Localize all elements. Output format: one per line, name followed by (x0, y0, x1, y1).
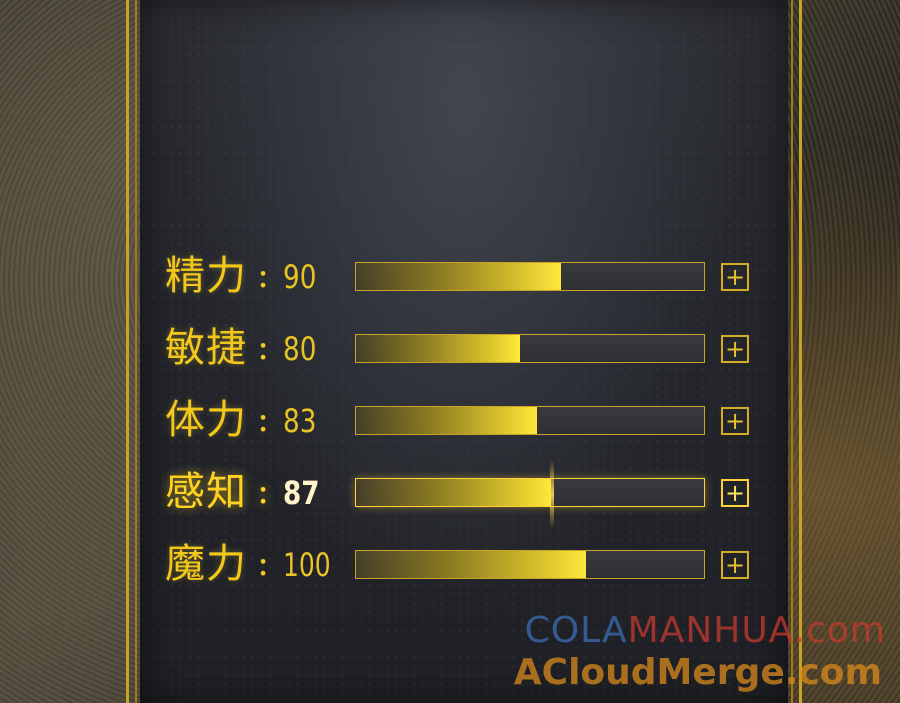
watermark-part2: MANHUA.com (627, 610, 886, 651)
add-point-button[interactable]: + (721, 551, 749, 579)
stat-bar (355, 262, 705, 291)
stat-bar-fill (356, 479, 551, 506)
stat-colon: : (257, 255, 270, 296)
stat-bar (355, 478, 705, 507)
stat-name: 敏捷 (165, 325, 247, 371)
stat-bar-fill (356, 263, 562, 290)
stat-colon: : (257, 399, 270, 440)
watermark-site: COLAMANHUA.com (525, 610, 886, 651)
add-point-button[interactable]: + (721, 335, 749, 363)
stat-row-energy: 精力 : 90 + (165, 250, 765, 302)
watermark-part1: COLA (524, 610, 628, 651)
stat-bar-fill (356, 335, 520, 362)
stat-bar (355, 406, 705, 435)
stat-name: 精力 (165, 253, 247, 299)
stat-colon: : (257, 327, 270, 368)
stat-bar-fill (356, 551, 586, 578)
stat-bar-fill (356, 407, 537, 434)
stat-value: 87 (283, 474, 320, 512)
stat-row-stamina: 体力 : 83 + (165, 394, 765, 446)
watermark-line2: ACloudMerge.com (513, 652, 882, 693)
stat-value: 90 (283, 258, 317, 296)
stat-row-mana: 魔力 : 100 + (165, 538, 765, 590)
stat-bar (355, 550, 705, 579)
stat-value: 80 (283, 330, 317, 368)
stat-value: 83 (283, 402, 317, 440)
stat-row-agility: 敏捷 : 80 + (165, 322, 765, 374)
stat-value: 100 (283, 546, 331, 584)
stat-name: 魔力 (165, 541, 247, 587)
add-point-button[interactable]: + (721, 479, 749, 507)
stat-bar (355, 334, 705, 363)
stat-row-perception: 感知 : 87 + (165, 460, 765, 528)
stat-name: 感知 (165, 469, 247, 515)
stats-list: 精力 : 90 + 敏捷 : 80 + 体力 : 83 + 感知 : 87 + (0, 0, 900, 703)
glow-marker (550, 460, 554, 528)
add-point-button[interactable]: + (721, 407, 749, 435)
stat-colon: : (257, 471, 270, 512)
add-point-button[interactable]: + (721, 263, 749, 291)
stat-name: 体力 (165, 397, 247, 443)
stat-colon: : (257, 543, 270, 584)
